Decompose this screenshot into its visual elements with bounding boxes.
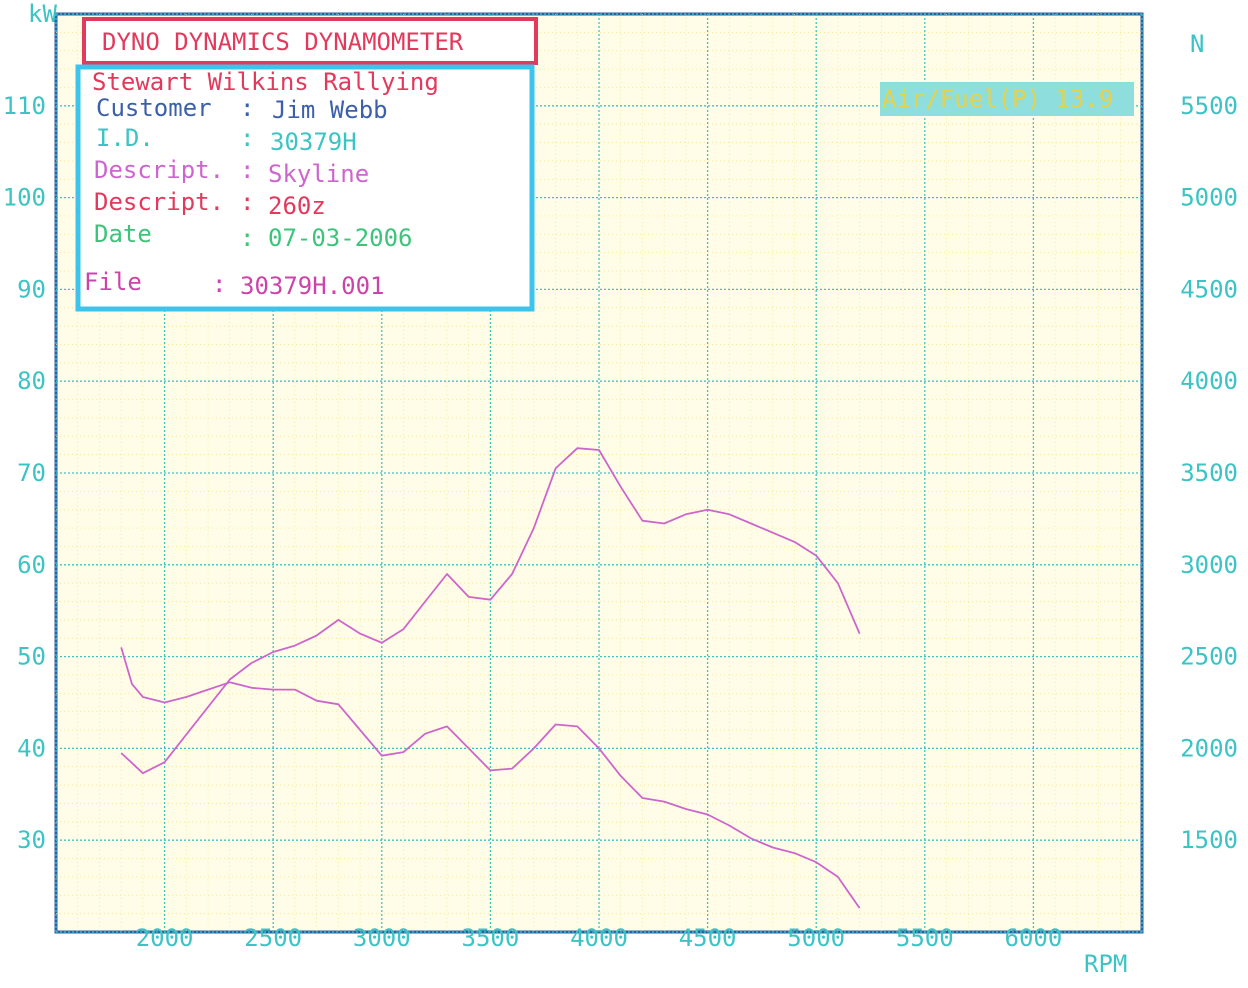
descript1-value: Skyline xyxy=(268,160,369,188)
left-tick-label: 70 xyxy=(17,459,46,487)
title-box: DYNO DYNAMICS DYNAMOMETER xyxy=(82,17,538,65)
dyno-chart: 2000 2500 3000 3500 4000 4500 5000 5500 6000 30 4… xyxy=(0,0,1248,984)
descript1-sep: : xyxy=(240,156,254,184)
right-tick-label: 2000 xyxy=(1180,734,1238,762)
right-axis-ticks: 1500 2000 2500 3000 3500 4000 4500 5000 5500 xyxy=(1180,92,1238,854)
left-tick-label: 80 xyxy=(17,367,46,395)
chart-title: DYNO DYNAMICS DYNAMOMETER xyxy=(102,28,464,56)
customer-sep: : xyxy=(240,94,254,122)
x-tick-label: 4000 xyxy=(570,924,628,952)
dyno-chart-svg: 2000 2500 3000 3500 4000 4500 5000 5500 6000 30 4… xyxy=(3,0,1238,978)
date-sep: : xyxy=(240,224,254,252)
x-tick-label: 4500 xyxy=(679,924,737,952)
file-sep: : xyxy=(212,270,226,298)
x-axis-ticks: 2000 2500 3000 3500 4000 4500 5000 5500 6000 xyxy=(136,924,1063,952)
customer-label: Customer xyxy=(96,94,212,122)
right-tick-label: 3500 xyxy=(1180,459,1238,487)
air-fuel-badge: Air/Fuel(P) 13.9 xyxy=(880,82,1134,116)
file-value: 30379H.001 xyxy=(240,272,385,300)
left-tick-label: 60 xyxy=(17,551,46,579)
left-tick-label: 110 xyxy=(3,92,46,120)
right-tick-label: 4500 xyxy=(1180,275,1238,303)
descript2-value: 260z xyxy=(268,192,326,220)
info-box: Stewart Wilkins Rallying Customer : Jim … xyxy=(75,64,535,312)
left-tick-label: 30 xyxy=(17,826,46,854)
x-tick-label: 5500 xyxy=(896,924,954,952)
right-tick-label: 5000 xyxy=(1180,184,1238,212)
id-value: 30379H xyxy=(270,128,357,156)
id-sep: : xyxy=(240,124,254,152)
right-tick-label: 1500 xyxy=(1180,826,1238,854)
x-tick-label: 3000 xyxy=(353,924,411,952)
left-axis-unit: kW xyxy=(28,0,57,28)
left-tick-label: 50 xyxy=(17,643,46,671)
x-tick-label: 3500 xyxy=(462,924,520,952)
x-tick-label: 5000 xyxy=(787,924,845,952)
id-label: I.D. xyxy=(96,124,154,152)
left-tick-label: 40 xyxy=(17,734,46,762)
company-name: Stewart Wilkins Rallying xyxy=(92,68,439,96)
file-label: File xyxy=(84,268,142,296)
left-tick-label: 100 xyxy=(3,184,46,212)
x-axis-unit: RPM xyxy=(1084,950,1127,978)
descript2-label: Descript. xyxy=(94,188,224,216)
descript1-label: Descript. xyxy=(94,156,224,184)
customer-value: Jim Webb xyxy=(272,96,388,124)
x-tick-label: 2500 xyxy=(244,924,302,952)
right-axis-unit: N xyxy=(1190,30,1204,58)
right-tick-label: 2500 xyxy=(1180,643,1238,671)
right-tick-label: 3000 xyxy=(1180,551,1238,579)
right-tick-label: 4000 xyxy=(1180,367,1238,395)
air-fuel-label: Air/Fuel(P) 13.9 xyxy=(882,85,1113,113)
right-tick-label: 5500 xyxy=(1180,92,1238,120)
date-label: Date xyxy=(94,220,152,248)
descript2-sep: : xyxy=(240,188,254,216)
date-value: 07-03-2006 xyxy=(268,224,413,252)
left-tick-label: 90 xyxy=(17,275,46,303)
x-tick-label: 6000 xyxy=(1005,924,1063,952)
x-tick-label: 2000 xyxy=(136,924,194,952)
left-axis-ticks: 30 40 50 60 70 80 90 100 110 xyxy=(3,92,46,854)
